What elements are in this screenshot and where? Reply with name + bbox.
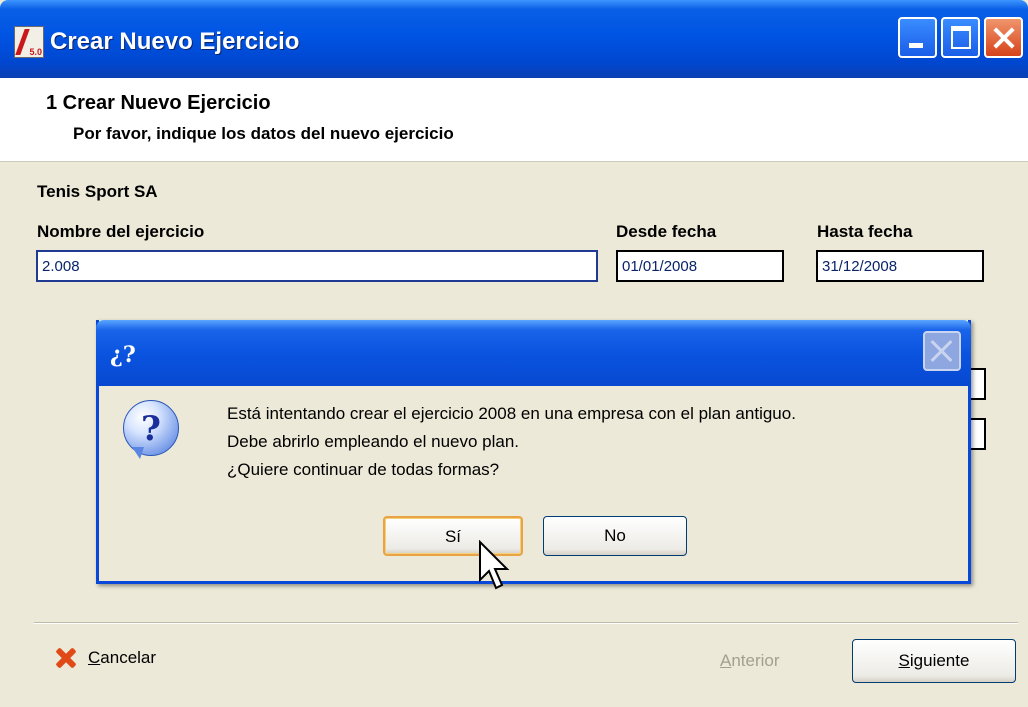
window-title: Crear Nuevo Ejercicio (50, 28, 300, 55)
dialog-title: ¿? (110, 342, 136, 368)
main-window: 5.0 Crear Nuevo Ejercicio 1 Crear Nuevo … (0, 0, 1028, 707)
close-button[interactable] (984, 17, 1023, 58)
from-date-label: Desde fecha (616, 222, 717, 241)
dialog-message-line-1: Está intentando crear el ejercicio 2008 … (227, 404, 796, 423)
dialog-title-bar[interactable]: ¿? (96, 320, 971, 386)
company-name: Tenis Sport SA (37, 182, 158, 201)
cancel-label: Cancelar (88, 648, 157, 667)
no-button[interactable]: No (543, 516, 687, 556)
dialog-message-line-3: ¿Quiere continuar de todas formas? (227, 460, 500, 479)
to-date-field[interactable]: 31/12/2008 (816, 250, 984, 282)
mouse-cursor-icon (479, 540, 510, 590)
dialog-message-line-2: Debe abrirlo empleando el nuevo plan. (227, 432, 520, 451)
maximize-button[interactable] (941, 17, 980, 58)
next-button[interactable]: Siguiente (852, 639, 1016, 683)
step-title: 1 Crear Nuevo Ejercicio (46, 92, 271, 114)
title-bar[interactable]: 5.0 Crear Nuevo Ejercicio (0, 0, 1028, 78)
minimize-button[interactable] (898, 17, 937, 58)
from-date-field[interactable]: 01/01/2008 (616, 250, 784, 282)
cancel-icon (54, 646, 76, 668)
wizard-header: 1 Crear Nuevo Ejercicio Por favor, indiq… (0, 78, 1028, 162)
confirm-dialog: ¿? ? Está intentando crear el ejercicio … (96, 320, 971, 584)
step-subtitle: Por favor, indique los datos del nuevo e… (73, 124, 454, 143)
app-icon-version: 5.0 (29, 47, 42, 57)
to-date-label: Hasta fecha (817, 222, 913, 241)
app-icon: 5.0 (14, 26, 44, 58)
dialog-close-button[interactable] (923, 331, 961, 371)
back-button[interactable]: Anterior (720, 651, 780, 671)
name-label: Nombre del ejercicio (37, 222, 205, 241)
footer-divider (34, 622, 1018, 624)
question-icon: ? (123, 400, 179, 459)
exercise-name-field[interactable]: 2.008 (36, 250, 598, 282)
